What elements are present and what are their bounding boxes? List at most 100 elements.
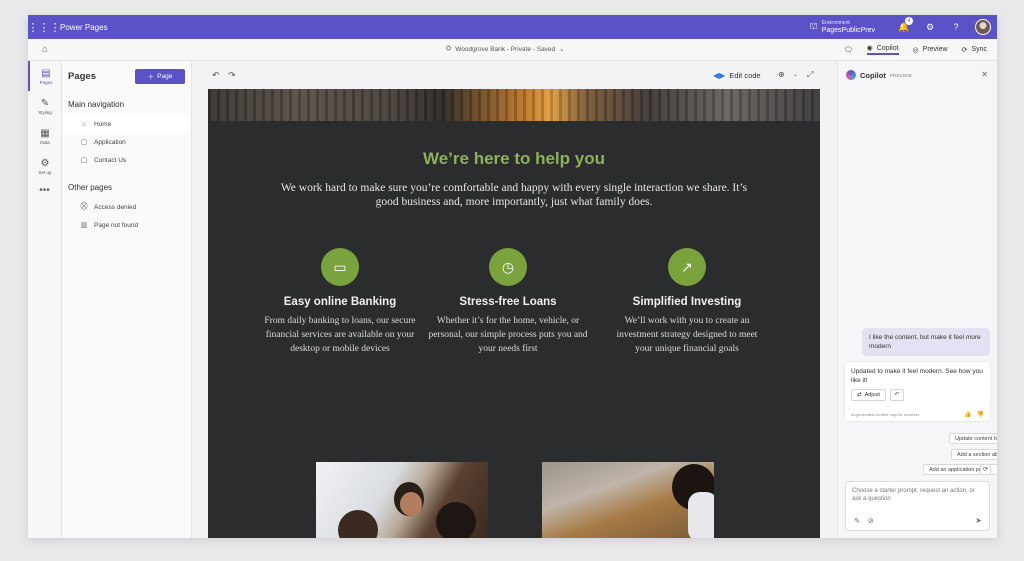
comment-icon[interactable]: 🗨 — [844, 46, 853, 54]
vscode-icon: ◀▶ — [713, 71, 726, 80]
pages-panel: Pages ＋ Page Main navigation ⌂ Home ▢ Ap… — [62, 61, 192, 538]
feature-desc: Whether it’s for the home, vehicle, or p… — [428, 316, 588, 354]
site-intro[interactable]: We work hard to make sure you’re comfort… — [274, 181, 754, 209]
feature-online-banking[interactable]: ▭ Easy online Banking From daily banking… — [260, 248, 420, 356]
environment-picker[interactable]: ⛫ Environment PagesPublicPrev — [809, 19, 875, 35]
adjust-label: Adjust — [864, 392, 880, 398]
suggestion-add-section[interactable]: Add a section about... — [951, 449, 997, 460]
copilot-toggle[interactable]: ◉ Copilot — [866, 44, 899, 55]
site-info[interactable]: ⛭ Woodgrove Bank - Private - Saved ⌄ — [446, 45, 565, 53]
add-page-button[interactable]: ＋ Page — [135, 68, 185, 84]
edit-code-label: Edit code — [729, 71, 761, 80]
edit-code-button[interactable]: ◀▶ Edit code — [713, 71, 761, 80]
feature-title: Stress-free Loans — [459, 296, 557, 308]
other-pages-title: Other pages — [68, 183, 113, 192]
rail-item-pages[interactable]: ▤ Pages — [28, 61, 62, 91]
input-tools: ✎ ⊘ — [854, 517, 874, 525]
preview-button[interactable]: ◎ Preview — [913, 46, 948, 54]
plus-icon: ＋ — [147, 74, 155, 81]
rail-item-data[interactable]: ▦ Data — [28, 121, 62, 151]
feature-title: Simplified Investing — [632, 296, 742, 308]
more-icon[interactable]: ••• — [28, 185, 61, 196]
command-bar-actions: 🗨 ◉ Copilot ◎ Preview ⟳ Sync — [844, 44, 997, 55]
copilot-title: Copilot — [860, 70, 886, 80]
feature-title: Easy online Banking — [283, 296, 397, 308]
rail-label: Data — [40, 139, 50, 145]
clock-24-icon: ◷ — [489, 248, 527, 286]
page-item-access-denied[interactable]: ⛒ Access denied — [62, 198, 191, 216]
add-page-label: Page — [157, 72, 173, 80]
environment-name: PagesPublicPrev — [821, 27, 875, 34]
close-icon[interactable]: ✕ — [981, 70, 988, 79]
chevron-down-icon: ⌄ — [559, 46, 565, 53]
bell-icon[interactable]: 🔔 4 — [891, 16, 917, 33]
copilot-logo-icon — [846, 70, 856, 80]
power-pages-window: ⋮⋮⋮ Power Pages ⛫ Environment PagesPubli… — [28, 15, 997, 538]
refresh-suggestions-icon[interactable]: ⟳ — [980, 464, 991, 475]
copilot-icon: ◉ — [866, 45, 873, 52]
page-icon: ▢ — [80, 157, 88, 164]
page-item-page-not-found[interactable]: ▥ Page not found — [62, 216, 191, 234]
expand-icon[interactable]: ⤢ — [807, 70, 813, 80]
adjust-button[interactable]: ⇄ Adjust — [851, 389, 886, 401]
avatar[interactable] — [975, 19, 991, 35]
notification-badge: 4 — [905, 16, 913, 25]
canvas-area: ↶ ↷ ◀▶ Edit code ⊕ ⌄ ⤢ We’re here to hel… — [192, 61, 837, 538]
undo-icon[interactable]: ↶ — [212, 70, 220, 81]
feature-investing[interactable]: ↗ Simplified Investing We’ll work with y… — [607, 248, 767, 356]
thumbs-down-icon[interactable]: 👎 — [977, 411, 984, 418]
page-item-label: Application — [94, 138, 126, 146]
environment-icon: ⛫ — [809, 21, 818, 31]
site-icon: ⛭ — [446, 45, 452, 52]
photo-people-laptop[interactable] — [316, 462, 488, 538]
environment-text: Environment PagesPublicPrev — [822, 19, 875, 35]
site-title[interactable]: We’re here to help you — [208, 149, 820, 169]
rail-label: Pages — [39, 79, 53, 85]
page-item-application[interactable]: ▢ Application — [62, 133, 191, 151]
chevron-down-icon[interactable]: ⌄ — [793, 71, 798, 78]
setup-icon: ⚙ — [40, 157, 50, 169]
photo-person-outdoors[interactable] — [542, 462, 714, 538]
home-icon[interactable]: ⌂ — [28, 44, 62, 55]
copilot-prompt-input[interactable] — [852, 487, 983, 509]
rail-item-setup[interactable]: ⚙ Set up — [28, 151, 62, 181]
prompt-guide-icon[interactable]: ✎ — [854, 517, 860, 525]
app-title[interactable]: Power Pages — [60, 23, 108, 32]
page-item-label: Page not found — [94, 221, 139, 229]
attach-icon[interactable]: ⊘ — [868, 517, 874, 525]
redo-icon[interactable]: ↷ — [228, 70, 236, 81]
page-item-label: Home — [94, 120, 112, 128]
ai-disclaimer: AI-generated content may be incorrect — [851, 412, 920, 417]
thumbs-up-icon[interactable]: 👍 — [964, 411, 971, 418]
eye-icon: ◎ — [912, 46, 919, 54]
suggestion-update-tone[interactable]: Update content tone... — [949, 433, 997, 444]
user-message: I like the content, but make it feel mor… — [862, 328, 990, 356]
copilot-panel: Copilot PREVIEW ✕ I like the content, bu… — [837, 61, 997, 538]
copilot-input-box: ✎ ⊘ ➤ — [845, 481, 990, 531]
top-bar: ⋮⋮⋮ Power Pages ⛫ Environment PagesPubli… — [28, 15, 997, 39]
help-icon[interactable]: ? — [943, 22, 969, 32]
send-icon[interactable]: ➤ — [975, 516, 982, 525]
environment-label: Environment — [821, 20, 850, 26]
preview-badge: PREVIEW — [889, 72, 912, 78]
page-icon: ▢ — [80, 139, 88, 146]
top-bar-actions: ⛫ Environment PagesPublicPrev 🔔 4 ⚙ ? — [809, 15, 997, 39]
page-item-home[interactable]: ⌂ Home — [62, 115, 191, 133]
feature-loans[interactable]: ◷ Stress-free Loans Whether it’s for the… — [428, 248, 588, 356]
page-item-contact-us[interactable]: ▢ Contact Us — [62, 151, 191, 169]
sync-label: Sync — [971, 46, 987, 53]
undo-change-icon[interactable]: ↶ — [889, 389, 904, 401]
rail-item-styling[interactable]: ✎ Styling — [28, 91, 62, 121]
copilot-toggle-label: Copilot — [876, 44, 899, 52]
waffle-icon[interactable]: ⋮⋮⋮ — [28, 21, 61, 34]
laptop-icon: ▭ — [321, 248, 359, 286]
feedback-buttons: 👍 👎 — [964, 411, 984, 418]
sync-button[interactable]: ⟳ Sync — [962, 46, 987, 54]
feature-desc: From daily banking to loans, our secure … — [264, 316, 416, 354]
feature-desc: We’ll work with you to create an investm… — [616, 316, 758, 354]
page-item-label: Access denied — [94, 203, 137, 211]
gear-icon[interactable]: ⚙ — [917, 22, 943, 33]
zoom-icon[interactable]: ⊕ — [778, 70, 785, 79]
bot-message: Updated to make it feel modern. See how … — [845, 362, 990, 421]
rail-label: Styling — [38, 109, 52, 115]
